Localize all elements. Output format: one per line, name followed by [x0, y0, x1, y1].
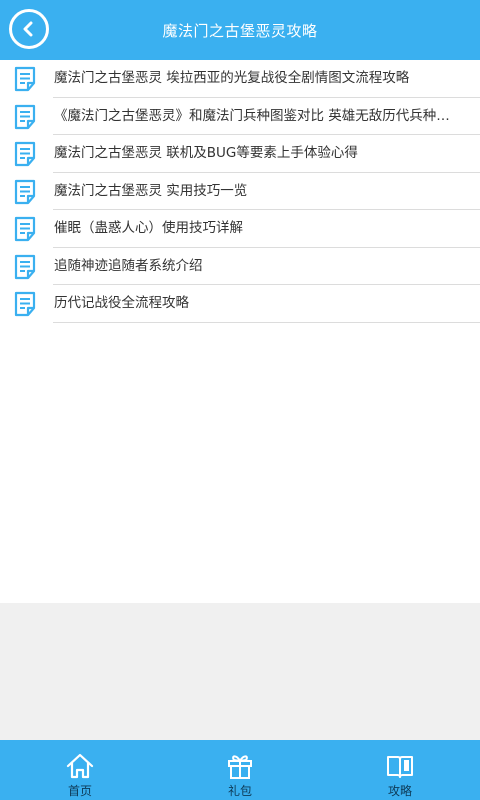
document-icon: [14, 66, 36, 92]
list-item-label: 魔法门之古堡恶灵 埃拉西亚的光复战役全剧情图文流程攻略: [54, 70, 410, 86]
document-icon: [14, 104, 36, 129]
back-button[interactable]: [9, 9, 49, 49]
list-item-label: 《魔法门之古堡恶灵》和魔法门兵种图鉴对比 英雄无敌历代兵种对比: [54, 107, 452, 124]
empty-area: [0, 603, 480, 740]
guide-list: 魔法门之古堡恶灵 埃拉西亚的光复战役全剧情图文流程攻略 《魔法门之古堡恶灵》和魔…: [0, 60, 480, 323]
chevron-left-icon: [23, 21, 33, 37]
gift-icon: [228, 755, 252, 779]
list-item[interactable]: 魔法门之古堡恶灵 实用技巧一览: [0, 173, 480, 210]
document-icon: [14, 179, 36, 204]
header-bar: 魔法门之古堡恶灵攻略: [0, 0, 480, 60]
list-item[interactable]: 魔法门之古堡恶灵 联机及BUG等要素上手体验心得: [0, 135, 480, 173]
list-item[interactable]: 历代记战役全流程攻略: [0, 285, 480, 323]
list-item-label: 魔法门之古堡恶灵 联机及BUG等要素上手体验心得: [54, 145, 358, 161]
tab-gift-label: 礼包: [227, 784, 252, 798]
home-icon: [66, 753, 94, 779]
document-icon: [14, 291, 36, 317]
list-item-label: 催眠（蛊惑人心）使用技巧详解: [54, 220, 243, 236]
list-item-label: 魔法门之古堡恶灵 实用技巧一览: [54, 182, 248, 199]
list-item-label: 历代记战役全流程攻略: [54, 295, 189, 311]
tab-guide-label: 攻略: [387, 784, 412, 798]
list-item[interactable]: 魔法门之古堡恶灵 埃拉西亚的光复战役全剧情图文流程攻略: [0, 60, 480, 98]
page-title: 魔法门之古堡恶灵攻略: [162, 21, 318, 40]
tab-home-label: 首页: [67, 784, 92, 798]
tab-gift[interactable]: 礼包: [160, 740, 320, 800]
divider: [53, 321, 480, 323]
document-icon: [14, 141, 36, 167]
tab-guide[interactable]: 攻略: [320, 740, 480, 800]
document-icon: [14, 216, 36, 242]
list-item[interactable]: 《魔法门之古堡恶灵》和魔法门兵种图鉴对比 英雄无敌历代兵种对比: [0, 98, 480, 135]
list-item[interactable]: 催眠（蛊惑人心）使用技巧详解: [0, 210, 480, 248]
app-screen: 魔法门之古堡恶灵攻略 魔法门之古堡恶灵 埃拉西亚的光复战役全剧情图文流程攻略 《…: [0, 0, 480, 800]
tab-home[interactable]: 首页: [0, 740, 160, 800]
book-icon: [387, 756, 413, 778]
list-item-label: 追随神迹追随者系统介绍: [54, 257, 203, 274]
bottom-nav: 首页 礼包 攻略: [0, 740, 480, 800]
list-item[interactable]: 追随神迹追随者系统介绍: [0, 248, 480, 285]
document-icon: [14, 254, 36, 279]
